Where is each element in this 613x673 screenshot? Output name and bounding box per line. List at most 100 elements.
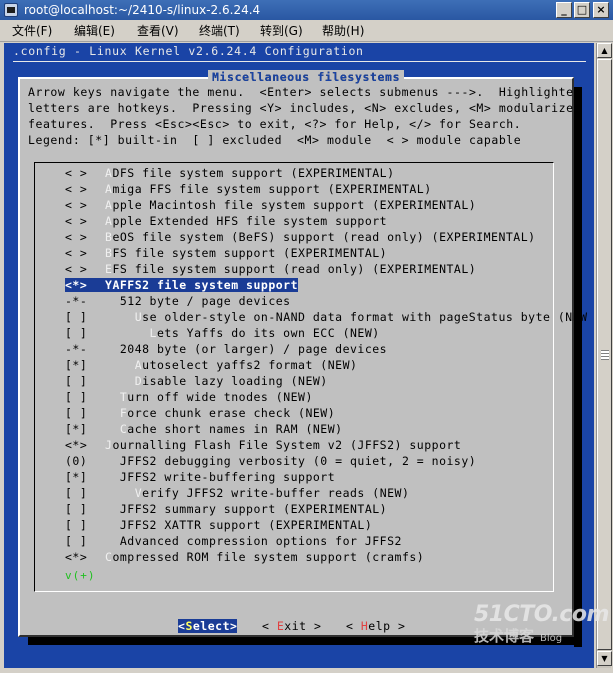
- help-line-3: features. Press <Esc><Esc> to exit, <?> …: [28, 117, 522, 131]
- exit-button[interactable]: < Exit >: [262, 619, 321, 633]
- option-mark[interactable]: < >: [65, 230, 105, 244]
- option-label: Verify JFFS2 write-buffer reads (NEW): [105, 486, 409, 500]
- scroll-up-arrow-icon[interactable]: ▲: [597, 43, 612, 58]
- option-row[interactable]: <*> Compressed ROM file system support (c…: [65, 550, 424, 566]
- option-row[interactable]: [*] Autoselect yaffs2 format (NEW): [65, 358, 357, 374]
- option-mark[interactable]: <*>: [65, 438, 105, 452]
- option-mark[interactable]: [ ]: [65, 326, 105, 340]
- option-text: Advanced compression options for JFFS2: [119, 534, 402, 548]
- option-hotkey: L: [149, 326, 157, 340]
- option-label: EFS file system support (read only) (EXP…: [105, 262, 476, 276]
- option-row[interactable]: [ ] Force chunk erase check (NEW): [65, 406, 335, 422]
- menu-file[interactable]: 文件(F): [8, 20, 56, 42]
- option-indent: [105, 374, 135, 388]
- option-row[interactable]: [ ] Turn off wide tnodes (NEW): [65, 390, 313, 406]
- options-listbox[interactable]: < > ADFS file system support (EXPERIMENTA…: [34, 162, 587, 592]
- option-mark[interactable]: [*]: [65, 358, 105, 372]
- watermark-blog: Blog: [540, 633, 563, 644]
- help-line-4: Legend: [*] built-in [ ] excluded <M> mo…: [28, 133, 522, 147]
- more-indicator: v(+): [65, 569, 96, 582]
- option-mark[interactable]: [ ]: [65, 310, 105, 324]
- option-row[interactable]: -*- 2048 byte (or larger) / page devices: [65, 342, 387, 358]
- option-row[interactable]: [ ] JFFS2 summary support (EXPERIMENTAL): [65, 502, 387, 518]
- window-titlebar[interactable]: root@localhost:~/2410-s/linux-2.6.24.4 _…: [0, 0, 613, 20]
- option-row[interactable]: [ ] JFFS2 XATTR support (EXPERIMENTAL): [65, 518, 372, 534]
- option-row[interactable]: < > Apple Extended HFS file system suppor…: [65, 214, 387, 230]
- option-row[interactable]: [*] JFFS2 write-buffering support: [65, 470, 335, 486]
- option-mark[interactable]: [ ]: [65, 374, 105, 388]
- option-indent: [105, 502, 120, 516]
- option-row[interactable]: < > EFS file system support (read only) (…: [65, 262, 476, 278]
- option-row[interactable]: [*] Cache short names in RAM (NEW): [65, 422, 343, 438]
- option-row[interactable]: -*- 512 byte / page devices: [65, 294, 291, 310]
- option-mark[interactable]: < >: [65, 214, 105, 228]
- option-mark[interactable]: -*-: [65, 294, 105, 308]
- option-row[interactable]: [ ] Verify JFFS2 write-buffer reads (NEW…: [65, 486, 409, 502]
- option-label: Cache short names in RAM (NEW): [105, 422, 343, 436]
- option-text: se older-style on-NAND data format with …: [142, 310, 588, 324]
- maximize-button[interactable]: □: [574, 2, 590, 18]
- option-row[interactable]: (0) JFFS2 debugging verbosity (0 = quiet…: [65, 454, 476, 470]
- option-mark[interactable]: [ ]: [65, 486, 105, 500]
- option-mark[interactable]: <*>: [65, 278, 105, 292]
- option-mark[interactable]: [*]: [65, 422, 105, 436]
- menu-help[interactable]: 帮助(H): [318, 20, 368, 42]
- option-mark[interactable]: < >: [65, 246, 105, 260]
- option-label: Force chunk erase check (NEW): [105, 406, 335, 420]
- watermark-subtitle: 技术博客 Blog: [474, 625, 609, 646]
- option-row[interactable]: < > Apple Macintosh file system support (…: [65, 198, 476, 214]
- minimize-button[interactable]: _: [556, 2, 572, 18]
- terminal-area[interactable]: .config - Linux Kernel v2.6.24.4 Configu…: [4, 43, 594, 668]
- scrollbar-grip: [601, 350, 609, 360]
- help-button[interactable]: < Help >: [346, 619, 405, 633]
- option-mark[interactable]: [ ]: [65, 390, 105, 404]
- option-text: AFFS2 file system support: [112, 278, 299, 292]
- menu-goto[interactable]: 转到(G): [256, 20, 307, 42]
- option-row[interactable]: < > ADFS file system support (EXPERIMENTA…: [65, 166, 395, 182]
- option-label: JFFS2 write-buffering support: [105, 470, 335, 484]
- menu-terminal[interactable]: 终端(T): [195, 20, 244, 42]
- option-mark[interactable]: < >: [65, 166, 105, 180]
- option-label: YAFFS2 file system support: [105, 278, 299, 292]
- select-close: >: [230, 619, 238, 633]
- option-indent: [105, 310, 135, 324]
- option-indent: [105, 534, 120, 548]
- select-button[interactable]: <Select>: [178, 619, 238, 633]
- option-label: JFFS2 summary support (EXPERIMENTAL): [105, 502, 387, 516]
- option-label: BeOS file system (BeFS) support (read on…: [105, 230, 536, 244]
- menu-view[interactable]: 查看(V): [133, 20, 183, 42]
- option-label: BFS file system support (EXPERIMENTAL): [105, 246, 387, 260]
- option-text: urn off wide tnodes (NEW): [127, 390, 313, 404]
- close-button[interactable]: ×: [593, 2, 609, 18]
- option-row[interactable]: [ ] Advanced compression options for JFF…: [65, 534, 402, 550]
- option-row[interactable]: [ ] Use older-style on-NAND data format …: [65, 310, 588, 326]
- option-row[interactable]: < > Amiga FFS file system support (EXPERI…: [65, 182, 432, 198]
- option-text: 512 byte / page devices: [119, 294, 291, 308]
- option-mark[interactable]: <*>: [65, 550, 105, 564]
- option-row[interactable]: <*> YAFFS2 file system support: [65, 278, 299, 294]
- option-mark[interactable]: < >: [65, 182, 105, 196]
- option-mark[interactable]: -*-: [65, 342, 105, 356]
- option-row[interactable]: [ ] Lets Yaffs do its own ECC (NEW): [65, 326, 380, 342]
- option-mark[interactable]: [*]: [65, 470, 105, 484]
- option-row[interactable]: [ ] Disable lazy loading (NEW): [65, 374, 328, 390]
- window-scrollbar[interactable]: ▲ ▼: [596, 43, 612, 668]
- option-text: miga FFS file system support (EXPERIMENT…: [112, 182, 432, 196]
- option-mark[interactable]: < >: [65, 262, 105, 276]
- menu-edit[interactable]: 编辑(E): [70, 20, 119, 42]
- option-mark[interactable]: (0): [65, 454, 105, 468]
- option-row[interactable]: <*> Journalling Flash File System v2 (JFF…: [65, 438, 461, 454]
- option-mark[interactable]: < >: [65, 198, 105, 212]
- option-indent: [105, 390, 120, 404]
- option-mark[interactable]: [ ]: [65, 406, 105, 420]
- option-row[interactable]: < > BeOS file system (BeFS) support (read…: [65, 230, 536, 246]
- option-mark[interactable]: [ ]: [65, 518, 105, 532]
- scrollbar-thumb[interactable]: [597, 59, 612, 650]
- option-mark[interactable]: [ ]: [65, 534, 105, 548]
- option-indent: [105, 326, 150, 340]
- scroll-down-arrow-icon[interactable]: ▼: [597, 651, 612, 666]
- option-row[interactable]: < > BFS file system support (EXPERIMENTAL…: [65, 246, 387, 262]
- option-text: ompressed ROM file system support (cramf…: [112, 550, 425, 564]
- option-mark[interactable]: [ ]: [65, 502, 105, 516]
- help-line-1: Arrow keys navigate the menu. <Enter> se…: [28, 85, 582, 99]
